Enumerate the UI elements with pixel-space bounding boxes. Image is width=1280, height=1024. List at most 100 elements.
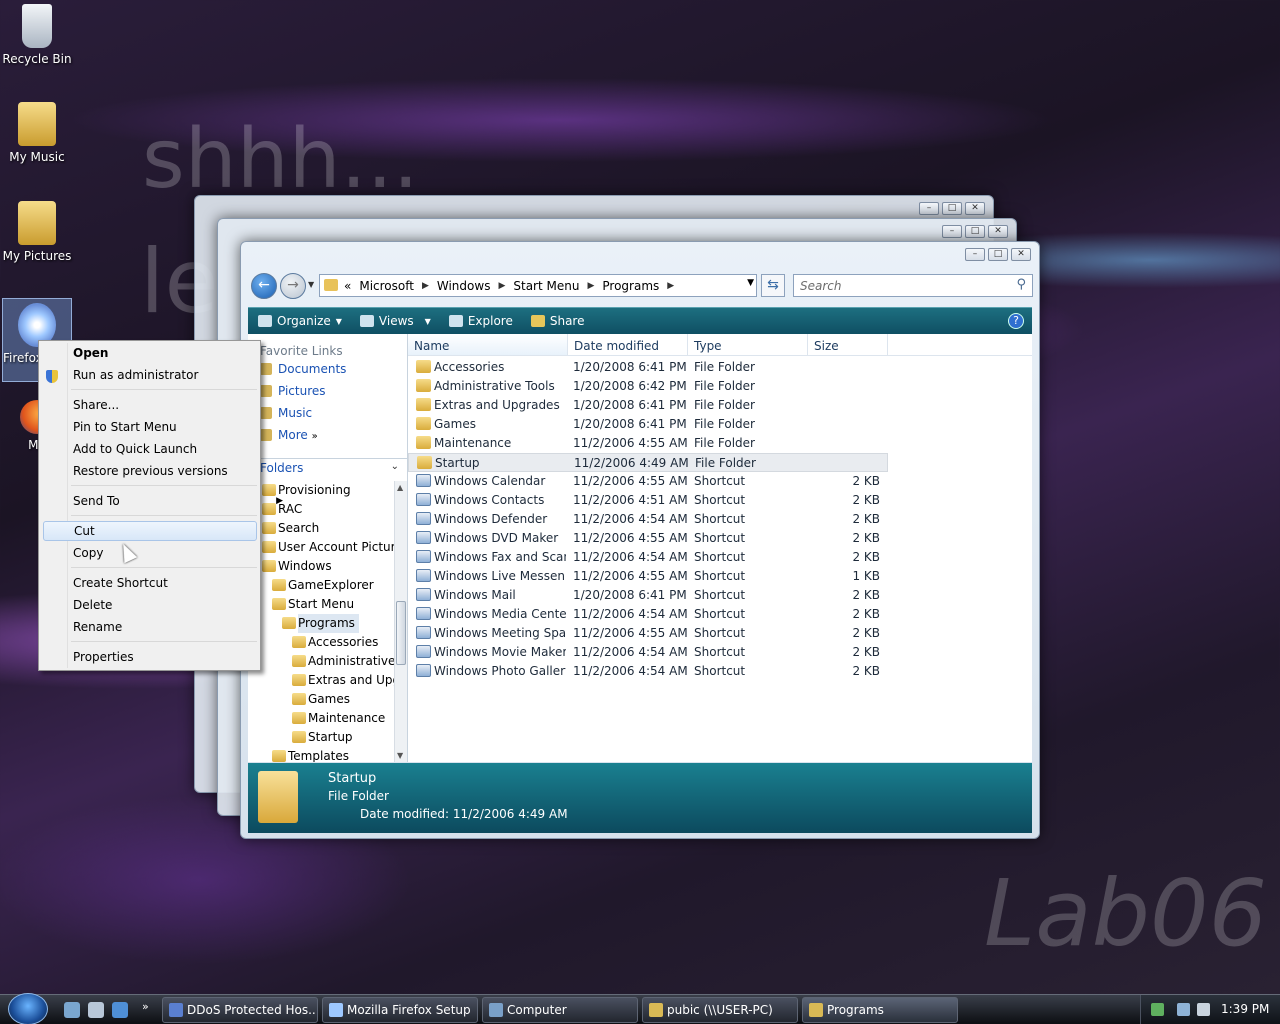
tree-node[interactable]: Windows [262, 557, 336, 576]
share-button[interactable]: Share [530, 314, 584, 328]
maximize-icon[interactable]: □ [942, 202, 962, 215]
nav-link-pictures[interactable]: Pictures [248, 380, 407, 402]
network-icon[interactable] [1177, 1003, 1190, 1016]
tree-node[interactable]: Games [292, 690, 354, 709]
tree-node[interactable]: Administrative [291, 652, 394, 671]
column-header-size[interactable]: Size [808, 334, 888, 355]
breadcrumb-microsoft[interactable]: Microsoft [359, 279, 414, 293]
column-header-name[interactable]: Name [408, 334, 568, 355]
file-row[interactable]: Windows Fax and Scan 11/2/2006 4:54 AM Sho… [408, 548, 888, 567]
minimize-icon[interactable]: – [942, 225, 962, 238]
tree-node[interactable]: Maintenance [291, 709, 389, 728]
breadcrumb-separator-icon[interactable]: ▶ [667, 281, 674, 291]
explore-button[interactable]: Explore [448, 314, 513, 328]
file-row[interactable]: Windows Media Center 11/2/2006 4:54 AM Sho… [408, 605, 888, 624]
file-row[interactable]: Windows Live Messen... 11/2/2006 4:55 AM S… [408, 567, 888, 586]
desktop-icon-recycle-bin[interactable]: Recycle Bin [2, 4, 72, 66]
start-button[interactable] [8, 993, 48, 1024]
file-row[interactable]: Windows Photo Gallery 11/2/2006 4:54 AM Sh… [408, 662, 888, 681]
tree-node[interactable]: GameExplorer [272, 576, 378, 595]
breadcrumb-overflow[interactable]: « [344, 279, 351, 293]
tree-node[interactable]: Search [261, 519, 323, 538]
folder-tree-scrollbar[interactable]: ▲ ▼ [394, 481, 407, 762]
menu-item-pin-to-start-menu[interactable]: Pin to Start Menu [73, 417, 253, 437]
file-row[interactable]: Administrative Tools 1/20/2008 6:42 PM Fil… [408, 377, 888, 396]
menu-item-cut[interactable]: Cut [43, 521, 257, 541]
breadcrumb-separator-icon[interactable]: ▶ [587, 281, 594, 291]
tree-node[interactable]: User Account Pictures [262, 538, 394, 557]
file-row[interactable]: Maintenance 11/2/2006 4:55 AM File Folder [408, 434, 888, 453]
security-icon[interactable] [1151, 1003, 1164, 1016]
file-row[interactable]: Games 1/20/2008 6:41 PM File Folder [408, 415, 888, 434]
views-button[interactable]: Views ▼ [359, 314, 431, 328]
maximize-icon[interactable]: □ [988, 248, 1008, 261]
menu-item-rename[interactable]: Rename [73, 617, 253, 637]
file-row[interactable]: Accessories 1/20/2008 6:41 PM File Folder [408, 358, 888, 377]
file-row[interactable]: Windows Defender 11/2/2006 4:54 AM Shortcu… [408, 510, 888, 529]
back-button[interactable]: ← [251, 273, 277, 299]
file-row[interactable]: Windows DVD Maker 11/2/2006 4:55 AM Shortc… [408, 529, 888, 548]
file-row[interactable]: Extras and Upgrades 1/20/2008 6:41 PM File… [408, 396, 888, 415]
switch-windows-icon[interactable] [112, 1002, 128, 1018]
tree-node[interactable]: Start Menu [271, 595, 358, 614]
menu-item-open[interactable]: Open [73, 343, 253, 363]
ie-icon[interactable] [64, 1002, 80, 1018]
menu-item-send-to[interactable]: Send To ▶ [73, 491, 283, 511]
file-row[interactable]: Windows Contacts 11/2/2006 4:51 AM Shortcu… [408, 491, 888, 510]
menu-item-share[interactable]: Share... [73, 395, 253, 415]
folders-header[interactable]: Folders ⌄ [248, 458, 407, 480]
forward-button[interactable]: → [280, 273, 306, 299]
file-row[interactable]: Windows Meeting Space 11/2/2006 4:55 AM Sh… [408, 624, 888, 643]
quick-launch-overflow-icon[interactable]: » [142, 1000, 149, 1013]
nav-link-music[interactable]: Music [248, 402, 407, 424]
menu-item-copy[interactable]: Copy [73, 543, 253, 563]
file-row[interactable]: Windows Mail 1/20/2008 6:41 PM Shortcut 2 K… [408, 586, 888, 605]
volume-icon[interactable] [1197, 1003, 1210, 1016]
explorer-window-programs[interactable]: – □ ✕ ← → ▼ « Microsoft ▶ Windows ▶ Start Me… [240, 241, 1040, 839]
taskbar-button-ddos[interactable]: DDoS Protected Hos... [162, 997, 318, 1023]
close-icon[interactable]: ✕ [965, 202, 985, 215]
breadcrumb-start-menu[interactable]: Start Menu [513, 279, 579, 293]
search-input[interactable]: Search ⚲ [793, 274, 1033, 297]
taskbar-button-firefox-setup[interactable]: Mozilla Firefox Setup [322, 997, 478, 1023]
column-header-type[interactable]: Type [688, 334, 808, 355]
minimize-icon[interactable]: – [919, 202, 939, 215]
breadcrumb-windows[interactable]: Windows [437, 279, 491, 293]
taskbar-button-pubic[interactable]: pubic (\\USER-PC) [642, 997, 798, 1023]
tree-node[interactable]: Extras and Upg [291, 671, 394, 690]
nav-link-documents[interactable]: Documents [248, 358, 407, 380]
tree-node[interactable]: Templates [271, 747, 353, 762]
refresh-button[interactable]: ⇆ [761, 274, 785, 297]
breadcrumb-separator-icon[interactable]: ▶ [498, 281, 505, 291]
minimize-icon[interactable]: – [965, 248, 985, 261]
tree-node[interactable]: Provisioning [262, 481, 355, 500]
menu-item-delete[interactable]: Delete [73, 595, 253, 615]
scroll-down-icon[interactable]: ▼ [397, 751, 403, 760]
show-desktop-icon[interactable] [88, 1002, 104, 1018]
file-row[interactable]: Windows Calendar 11/2/2006 4:55 AM Shortcu… [408, 472, 888, 491]
tree-node[interactable]: Programs [282, 614, 359, 633]
organize-button[interactable]: Organize ▼ [258, 314, 342, 328]
menu-item-restore-previous-versions[interactable]: Restore previous versions [73, 461, 253, 481]
menu-item-run-as-administrator[interactable]: Run as administrator [73, 365, 253, 385]
scroll-up-icon[interactable]: ▲ [397, 483, 403, 492]
taskbar-button-computer[interactable]: Computer [482, 997, 638, 1023]
clock[interactable]: 1:39 PM [1221, 1002, 1269, 1016]
recent-pages-dropdown-icon[interactable]: ▼ [308, 280, 314, 289]
breadcrumb-separator-icon[interactable]: ▶ [422, 281, 429, 291]
desktop-icon-my-pictures[interactable]: My Pictures [2, 201, 72, 263]
tree-node[interactable]: Startup [292, 728, 357, 747]
file-row[interactable]: Startup 11/2/2006 4:49 AM File Folder [408, 453, 888, 472]
taskbar-button-programs[interactable]: Programs [802, 997, 958, 1023]
nav-link-more[interactable]: More » [248, 424, 407, 446]
breadcrumb[interactable]: « Microsoft ▶ Windows ▶ Start Menu ▶ Progra… [319, 274, 757, 297]
close-icon[interactable]: ✕ [1011, 248, 1031, 261]
menu-item-create-shortcut[interactable]: Create Shortcut [73, 573, 253, 593]
help-icon[interactable]: ? [1008, 313, 1024, 329]
desktop-icon-my-music[interactable]: My Music [2, 102, 72, 164]
breadcrumb-programs[interactable]: Programs [602, 279, 659, 293]
file-row[interactable]: Windows Movie Maker 11/2/2006 4:54 AM Shor… [408, 643, 888, 662]
tree-node[interactable]: Accessories [291, 633, 382, 652]
search-icon[interactable]: ⚲ [1016, 277, 1026, 292]
maximize-icon[interactable]: □ [965, 225, 985, 238]
